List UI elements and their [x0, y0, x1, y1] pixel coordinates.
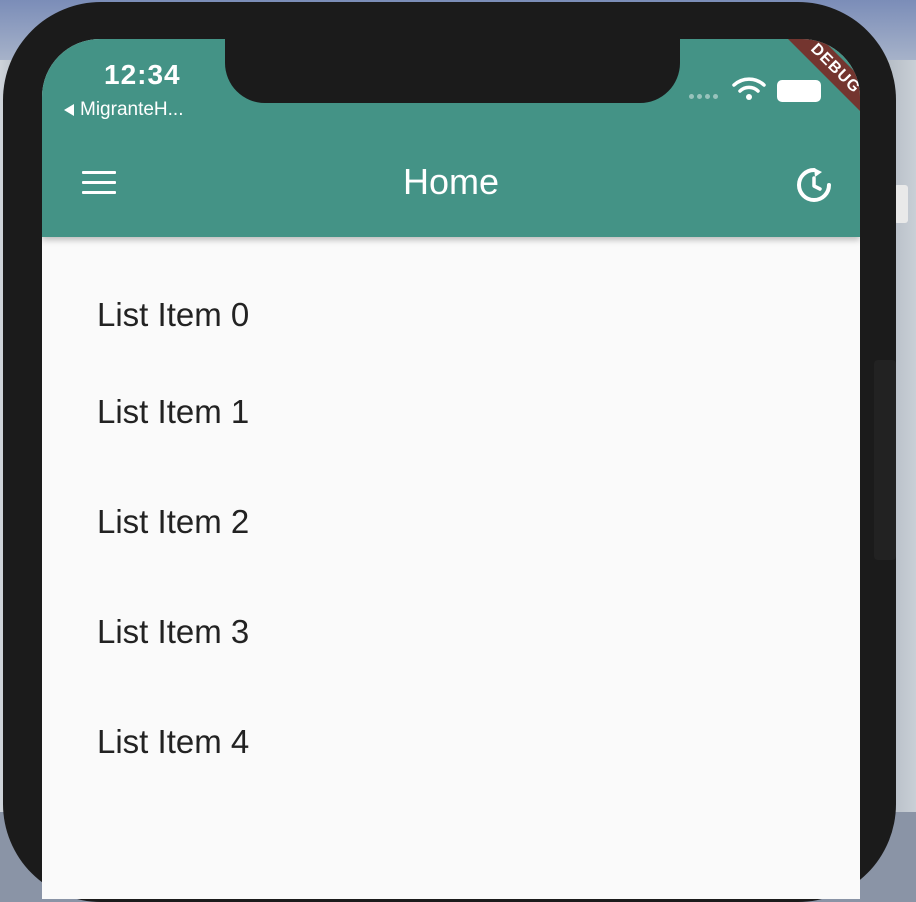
back-app-label: MigranteH...: [80, 99, 184, 120]
list-item[interactable]: List Item 3: [42, 577, 860, 687]
list-item[interactable]: List Item 2: [42, 467, 860, 577]
status-time: 12:34: [104, 59, 181, 90]
list-item[interactable]: List Item 1: [42, 357, 860, 467]
phone-notch: [225, 39, 680, 103]
back-to-app-link[interactable]: MigranteH...: [64, 99, 183, 121]
list-item-label: List Item 4: [97, 723, 250, 760]
list-item[interactable]: List Item 0: [42, 237, 860, 357]
desktop-scroll-tab: [894, 185, 908, 223]
cellular-signal-icon: [689, 94, 718, 99]
list-item-label: List Item 3: [97, 613, 250, 650]
back-arrow-icon: [64, 104, 74, 116]
list-item-label: List Item 1: [97, 393, 250, 430]
phone-screen: DEBUG 12:34 MigranteH... Home List Item …: [42, 39, 860, 899]
list-item-label: List Item 0: [97, 295, 250, 333]
item-list: List Item 0 List Item 1 List Item 2 List…: [42, 237, 860, 797]
refresh-history-icon[interactable]: [795, 166, 833, 204]
list-item-label: List Item 2: [97, 503, 250, 540]
phone-side-button: [874, 360, 896, 560]
page-title: Home: [402, 161, 500, 202]
phone-frame: DEBUG 12:34 MigranteH... Home List Item …: [3, 2, 896, 902]
list-item[interactable]: List Item 4: [42, 687, 860, 797]
wifi-icon: [732, 77, 766, 100]
battery-icon: [777, 80, 821, 102]
